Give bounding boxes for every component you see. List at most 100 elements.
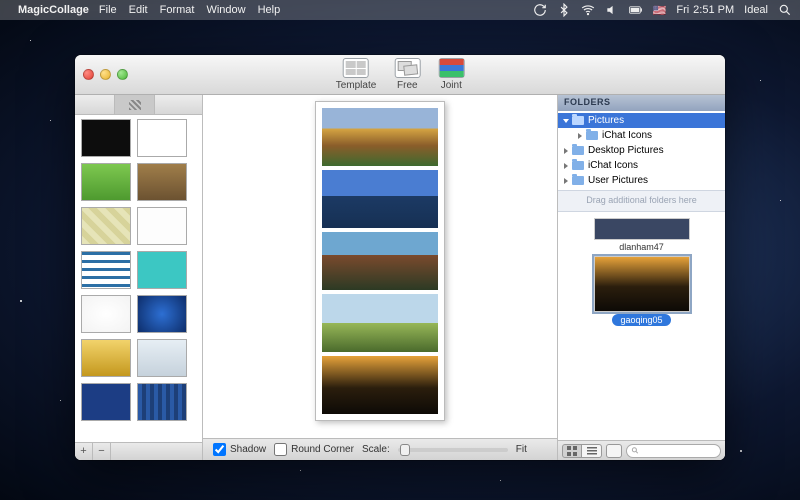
folder-icon xyxy=(572,161,584,170)
fit-label: Fit xyxy=(516,444,527,455)
scale-slider-knob[interactable] xyxy=(400,444,410,456)
background-thumb[interactable] xyxy=(137,163,187,201)
menu-window[interactable]: Window xyxy=(206,4,245,16)
disclosure-triangle-icon[interactable] xyxy=(564,178,568,184)
folder-item[interactable]: Pictures xyxy=(558,113,725,128)
library-search-input[interactable] xyxy=(639,446,716,456)
background-thumb[interactable] xyxy=(81,163,131,201)
disclosure-triangle-icon[interactable] xyxy=(578,133,582,139)
collage-slot[interactable] xyxy=(322,232,438,290)
scale-label: Scale: xyxy=(362,444,390,455)
shadow-checkbox[interactable]: Shadow xyxy=(213,443,266,456)
background-thumb[interactable] xyxy=(81,295,131,333)
view-list-button[interactable] xyxy=(582,444,602,458)
template-icon xyxy=(343,58,369,78)
preview-item[interactable]: gaoqing05 xyxy=(594,256,690,326)
background-thumbnails xyxy=(75,115,202,442)
image-previews: dlanham47 gaoqing05 xyxy=(558,211,725,440)
remove-background-button[interactable]: − xyxy=(93,443,111,460)
folder-icon xyxy=(586,131,598,140)
add-background-button[interactable]: + xyxy=(75,443,93,460)
toolbar-template-label: Template xyxy=(336,80,377,91)
toolbar-free-button[interactable]: Free xyxy=(394,58,420,91)
menu-edit[interactable]: Edit xyxy=(129,4,148,16)
disclosure-triangle-icon[interactable] xyxy=(564,148,568,154)
input-flag[interactable]: 🇺🇸 xyxy=(653,4,667,17)
search-icon xyxy=(631,446,639,455)
folder-item[interactable]: iChat Icons xyxy=(558,158,725,173)
sync-icon[interactable] xyxy=(533,3,547,17)
toolbar-joint-label: Joint xyxy=(441,80,462,91)
toolbar-joint-button[interactable]: Joint xyxy=(438,58,464,91)
toolbar-free-label: Free xyxy=(397,80,418,91)
toolbar-template-button[interactable]: Template xyxy=(336,58,377,91)
canvas-scroll-area[interactable] xyxy=(203,95,557,438)
collage-slot[interactable] xyxy=(322,108,438,166)
collage-slot[interactable] xyxy=(322,170,438,228)
round-corner-checkbox-input[interactable] xyxy=(274,443,287,456)
background-thumb[interactable] xyxy=(81,383,131,421)
preview-thumbnail xyxy=(594,218,690,240)
window-titlebar[interactable]: Template Free Joint xyxy=(75,55,725,95)
background-thumb[interactable] xyxy=(137,251,187,289)
round-corner-checkbox[interactable]: Round Corner xyxy=(274,443,354,456)
view-mode-toggle xyxy=(562,444,602,458)
volume-icon[interactable] xyxy=(605,3,619,17)
battery-icon[interactable] xyxy=(629,3,643,17)
folder-icon xyxy=(572,146,584,155)
patterns-icon xyxy=(129,100,141,110)
preview-item[interactable]: dlanham47 xyxy=(594,218,690,252)
folder-label: iChat Icons xyxy=(588,160,638,171)
folder-item[interactable]: Desktop Pictures xyxy=(558,143,725,158)
background-thumb[interactable] xyxy=(137,339,187,377)
wifi-icon[interactable] xyxy=(581,3,595,17)
folder-item[interactable]: iChat Icons xyxy=(558,128,725,143)
folders-header: FOLDERS xyxy=(558,95,725,111)
folder-label: Desktop Pictures xyxy=(588,145,664,156)
user-name[interactable]: Ideal xyxy=(744,4,768,16)
shadow-checkbox-input[interactable] xyxy=(213,443,226,456)
spotlight-icon[interactable] xyxy=(778,3,792,17)
background-thumb[interactable] xyxy=(81,251,131,289)
backgrounds-tab-2[interactable] xyxy=(115,95,155,114)
background-thumb[interactable] xyxy=(81,207,131,245)
backgrounds-tab-1[interactable] xyxy=(75,95,115,114)
menu-help[interactable]: Help xyxy=(258,4,281,16)
window-zoom-button[interactable] xyxy=(117,69,128,80)
clock-time[interactable]: 2:51 PM xyxy=(693,4,734,16)
folder-icon xyxy=(572,116,584,125)
view-grid-button[interactable] xyxy=(562,444,582,458)
background-thumb[interactable] xyxy=(137,295,187,333)
menu-file[interactable]: File xyxy=(99,4,117,16)
background-thumb[interactable] xyxy=(81,339,131,377)
collage-slot[interactable] xyxy=(322,294,438,352)
backgrounds-tab-3[interactable] xyxy=(155,95,195,114)
scale-slider[interactable] xyxy=(398,448,508,452)
background-thumb[interactable] xyxy=(137,207,187,245)
library-footer xyxy=(558,440,725,460)
active-app-name[interactable]: MagicCollage xyxy=(18,4,89,16)
window-close-button[interactable] xyxy=(83,69,94,80)
menu-format[interactable]: Format xyxy=(160,4,195,16)
preview-label: gaoqing05 xyxy=(612,314,670,326)
folder-item[interactable]: User Pictures xyxy=(558,173,725,188)
window-minimize-button[interactable] xyxy=(100,69,111,80)
library-search[interactable] xyxy=(626,444,721,458)
background-thumb[interactable] xyxy=(137,119,187,157)
bluetooth-icon[interactable] xyxy=(557,3,571,17)
disclosure-triangle-icon[interactable] xyxy=(564,163,568,169)
clock-day[interactable]: Fri xyxy=(676,4,689,16)
view-extra-button[interactable] xyxy=(606,444,622,458)
shadow-label: Shadow xyxy=(230,444,266,455)
folder-label: iChat Icons xyxy=(602,130,652,141)
joint-icon xyxy=(438,58,464,78)
drag-folders-hint: Drag additional folders here xyxy=(558,190,725,211)
collage-slot[interactable] xyxy=(322,356,438,414)
collage-document[interactable] xyxy=(315,101,445,421)
app-window: Template Free Joint + − xyxy=(75,55,725,460)
folder-label: Pictures xyxy=(588,115,624,126)
backgrounds-tabs xyxy=(75,95,202,115)
background-thumb[interactable] xyxy=(137,383,187,421)
disclosure-triangle-icon[interactable] xyxy=(563,119,569,123)
background-thumb[interactable] xyxy=(81,119,131,157)
